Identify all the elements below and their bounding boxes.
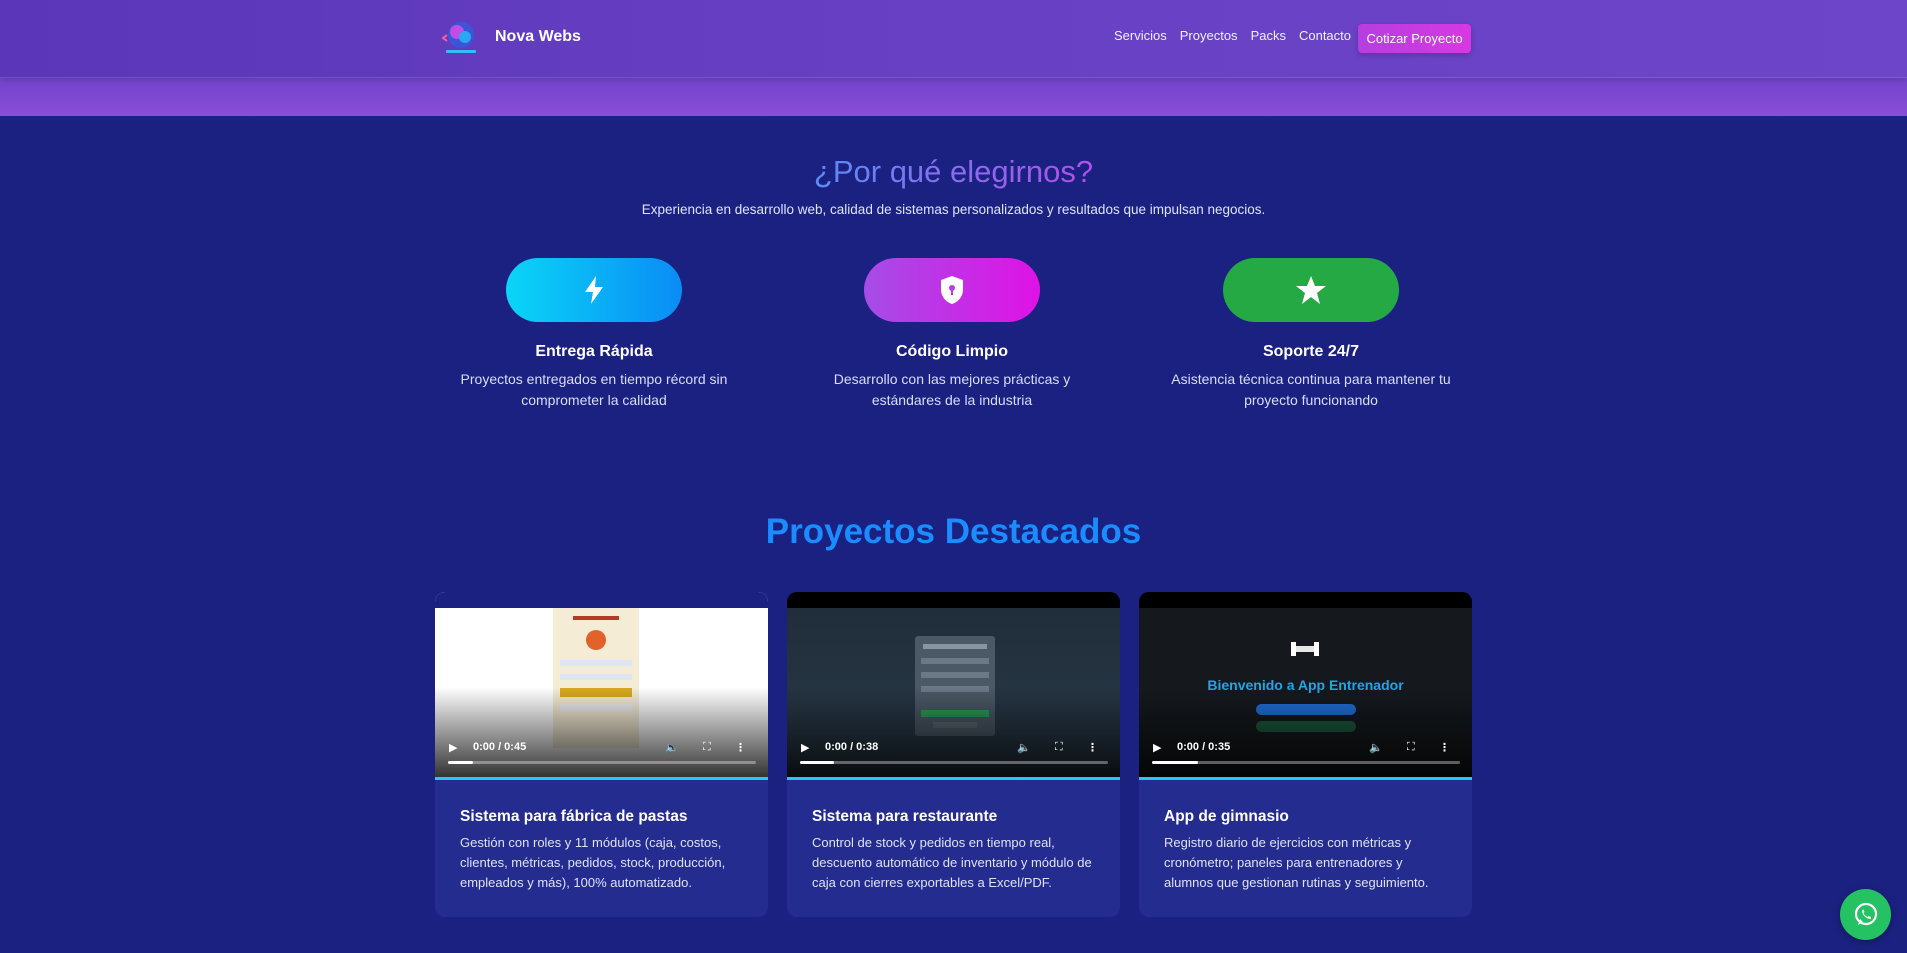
- nav-link-servicios[interactable]: Servicios: [1114, 28, 1167, 43]
- play-icon[interactable]: ▶: [449, 741, 457, 754]
- video-time: 0:00 / 0:45: [473, 741, 527, 753]
- feature-desc: Asistencia técnica continua para mantene…: [1171, 371, 1451, 408]
- project-video[interactable]: ▶ 0:00 / 0:45 🔈 ⛶ ⋮: [435, 592, 768, 780]
- video-time: 0:00 / 0:35: [1177, 741, 1231, 753]
- navbar: Nova Webs Servicios Proyectos Packs Cont…: [0, 0, 1907, 78]
- why-subtitle: Experiencia en desarrollo web, calidad d…: [641, 202, 1266, 217]
- volume-icon[interactable]: 🔈: [1369, 741, 1383, 754]
- project-title: App de gimnasio: [1164, 808, 1289, 825]
- whatsapp-icon[interactable]: [1840, 889, 1891, 940]
- feature-title: Código Limpio: [896, 343, 1008, 360]
- why-title: ¿Por qué elegirnos?: [813, 154, 1094, 189]
- project-title: Sistema para restaurante: [812, 808, 998, 825]
- play-icon[interactable]: ▶: [1153, 741, 1161, 754]
- star-icon: [1223, 258, 1399, 322]
- volume-icon[interactable]: 🔈: [1017, 741, 1031, 754]
- shield-lock-icon: [864, 258, 1040, 322]
- video-progress[interactable]: [1152, 761, 1460, 764]
- fullscreen-icon[interactable]: ⛶: [703, 741, 711, 754]
- more-options-icon[interactable]: ⋮: [735, 741, 746, 754]
- project-card: ▶ 0:00 / 0:45 🔈 ⛶ ⋮ Sistema para fábrica…: [435, 592, 768, 917]
- brand-name: Nova Webs: [495, 28, 581, 45]
- project-title: Sistema para fábrica de pastas: [460, 808, 688, 825]
- project-desc: Gestión con roles y 11 módulos (caja, co…: [460, 835, 726, 890]
- project-card: ▶ 0:00 / 0:38 🔈 ⛶ ⋮ Sistema para restaur…: [787, 592, 1120, 917]
- volume-icon[interactable]: 🔈: [665, 741, 679, 754]
- feature-desc: Desarrollo con las mejores prácticas y e…: [833, 371, 1071, 408]
- nav-link-contacto[interactable]: Contacto: [1299, 28, 1351, 43]
- project-desc: Registro diario de ejercicios con métric…: [1164, 835, 1429, 890]
- feature-title: Soporte 24/7: [1262, 343, 1360, 360]
- logo-icon: [441, 17, 481, 57]
- project-video[interactable]: ▶ 0:00 / 0:38 🔈 ⛶ ⋮: [787, 592, 1120, 780]
- video-progress[interactable]: [448, 761, 756, 764]
- feature-support: Soporte 24/7 Asistencia técnica continua…: [1161, 258, 1461, 411]
- feature-title: Entrega Rápida: [535, 343, 653, 360]
- feature-fast-delivery: Entrega Rápida Proyectos entregados en t…: [444, 258, 744, 411]
- projects-title: Proyectos Destacados: [765, 512, 1142, 551]
- project-video[interactable]: Bienvenido a App Entrenador ▶ 0:00 / 0:3…: [1139, 592, 1472, 780]
- feature-clean-code: Código Limpio Desarrollo con las mejores…: [802, 258, 1102, 411]
- fullscreen-icon[interactable]: ⛶: [1055, 741, 1063, 754]
- feature-desc: Proyectos entregados en tiempo récord si…: [460, 371, 728, 408]
- video-progress[interactable]: [800, 761, 1108, 764]
- more-options-icon[interactable]: ⋮: [1087, 741, 1098, 754]
- quote-button[interactable]: Cotizar Proyecto: [1358, 24, 1471, 53]
- nav-link-packs[interactable]: Packs: [1251, 28, 1286, 43]
- nav-link-proyectos[interactable]: Proyectos: [1180, 28, 1238, 43]
- project-desc: Control de stock y pedidos en tiempo rea…: [812, 835, 1092, 890]
- project-card: Bienvenido a App Entrenador ▶ 0:00 / 0:3…: [1139, 592, 1472, 917]
- lightning-icon: [506, 258, 682, 322]
- brand[interactable]: Nova Webs: [441, 17, 581, 57]
- play-icon[interactable]: ▶: [801, 741, 809, 754]
- video-time: 0:00 / 0:38: [825, 741, 879, 753]
- nav-links: Servicios Proyectos Packs Contacto: [1114, 28, 1364, 43]
- fullscreen-icon[interactable]: ⛶: [1407, 741, 1415, 754]
- more-options-icon[interactable]: ⋮: [1439, 741, 1450, 754]
- dumbbell-icon: [1291, 638, 1319, 660]
